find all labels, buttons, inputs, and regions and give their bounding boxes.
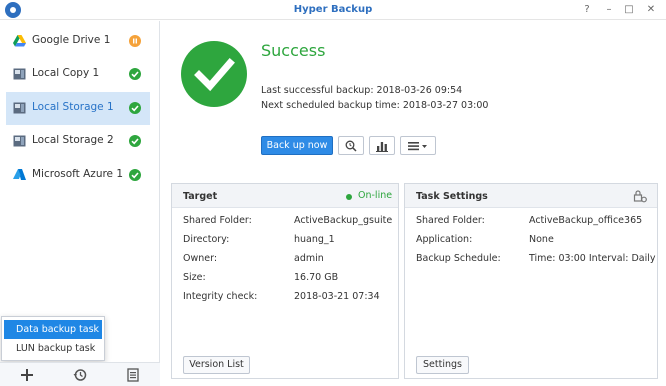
success-check-icon [181,41,247,107]
target-value: 16.70 GB [294,272,339,283]
target-title: Target [183,191,218,202]
explore-button[interactable] [338,136,364,155]
task-value: ActiveBackup_office365 [529,215,643,226]
plus-icon [20,369,33,381]
title-bar: Hyper Backup ? – □ ✕ [0,0,666,20]
sidebar-item-label: Local Storage 2 [32,134,114,146]
task-key: Shared Folder: [416,215,485,226]
target-key: Size: [183,272,206,283]
task-key: Application: [416,234,473,245]
local-storage-icon [13,135,26,147]
sidebar-item-microsoft-azure-1[interactable]: Microsoft Azure 1 [6,159,150,192]
google-drive-icon [13,35,26,47]
success-status-icon [129,68,141,80]
target-key: Owner: [183,253,218,264]
success-status-icon [129,135,141,147]
online-status-dot [346,194,352,200]
local-storage-icon [13,102,26,114]
target-value: ActiveBackup_gsuite [294,215,393,226]
warning-status-icon [129,35,141,47]
minimize-button[interactable]: – [600,2,618,18]
create-task-menu: Data backup task LUN backup task [1,316,105,361]
target-value: 2018-03-21 07:34 [294,291,380,302]
sidebar-item-google-drive-1[interactable]: Google Drive 1 [6,25,150,58]
success-status-icon [129,169,141,181]
restore-button[interactable] [53,363,106,386]
data-backup-task-menu-item[interactable]: Data backup task [4,320,102,339]
settings-button[interactable]: Settings [416,356,469,374]
target-key: Shared Folder: [183,215,252,226]
target-value: huang_1 [294,234,335,245]
back-up-now-button[interactable]: Back up now [261,136,333,155]
main-content: Success Last successful backup: 2018-03-… [161,21,666,386]
maximize-button[interactable]: □ [620,2,638,18]
last-backup-text: Last successful backup: 2018-03-26 09:54 [261,85,463,96]
sidebar-item-label: Google Drive 1 [32,34,111,46]
online-status-text: On-line [358,190,393,201]
task-settings-title: Task Settings [416,191,488,202]
sidebar-item-label: Local Copy 1 [32,67,100,79]
sidebar-bottom-bar [0,362,160,386]
local-copy-icon [13,68,26,80]
log-button[interactable] [106,363,159,386]
status-title: Success [261,41,326,60]
task-value: None [529,234,554,245]
task-settings-panel: Task Settings Shared Folder: ActiveBacku… [404,183,658,379]
history-icon [73,369,86,381]
target-key: Integrity check: [183,291,258,302]
bar-chart-icon [376,141,388,152]
statistics-button[interactable] [369,136,395,155]
version-list-button[interactable]: Version List [183,356,250,374]
task-key: Backup Schedule: [416,253,501,264]
azure-icon [13,169,26,180]
add-button[interactable] [0,363,53,386]
sidebar-item-label: Microsoft Azure 1 [32,168,124,180]
document-icon [126,368,139,382]
task-value: Time: 03:00 Interval: Daily [529,253,656,264]
target-value: admin [294,253,324,264]
lock-settings-icon [633,190,647,203]
task-settings-header: Task Settings [405,184,657,208]
magnifier-clock-icon [345,140,357,152]
window-title: Hyper Backup [293,4,373,15]
next-backup-text: Next scheduled backup time: 2018-03-27 0… [261,100,489,111]
sidebar-item-local-storage-1[interactable]: Local Storage 1 [6,92,150,125]
sidebar-item-local-storage-2[interactable]: Local Storage 2 [6,125,150,158]
target-key: Directory: [183,234,230,245]
action-menu-button[interactable] [400,136,436,155]
success-status-icon [129,102,141,114]
sidebar-item-local-copy-1[interactable]: Local Copy 1 [6,58,150,91]
close-button[interactable]: ✕ [642,2,660,18]
target-panel: Target On-line Shared Folder: ActiveBack… [171,183,399,379]
sidebar-item-label: Local Storage 1 [32,101,114,113]
target-panel-header: Target On-line [172,184,398,208]
menu-dropdown-icon [408,141,427,150]
lun-backup-task-menu-item[interactable]: LUN backup task [4,339,102,358]
help-button[interactable]: ? [578,2,596,18]
